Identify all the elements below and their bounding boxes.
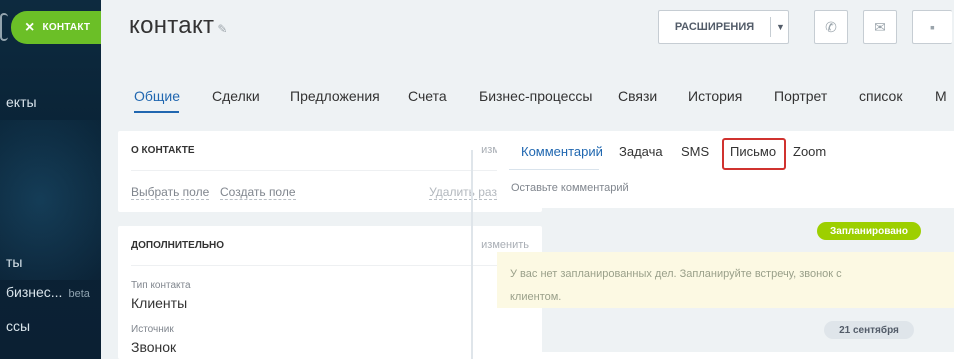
tab-deals[interactable]: Сделки: [212, 88, 260, 104]
sidebar-item-label: ссы: [6, 318, 31, 334]
chat-icon[interactable]: ▪: [912, 10, 952, 44]
card-title: О КОНТАКТЕ: [131, 145, 195, 156]
contact-type-label: Тип контакта: [131, 280, 191, 291]
about-contact-card: О КОНТАКТЕ изменить Выбрать поле Создать…: [118, 131, 542, 212]
sidebar-item-contacts[interactable]: ты: [6, 254, 22, 270]
tab-business-processes[interactable]: Бизнес-процессы: [479, 88, 592, 104]
close-contact-button[interactable]: × КОНТАКТ: [11, 11, 101, 44]
no-activities-note: У вас нет запланированных дел. Запланиру…: [497, 252, 954, 308]
sidebar-item-business[interactable]: бизнес... beta: [6, 284, 90, 300]
editor-tab-task[interactable]: Задача: [619, 144, 663, 159]
additional-card: ДОПОЛНИТЕЛЬНО изменить Тип контакта Клие…: [118, 226, 542, 359]
source-value: Звонок: [131, 339, 177, 355]
sidebar-edge-icon: [0, 13, 8, 41]
sidebar-item-label: ты: [6, 254, 23, 270]
close-pill-label: КОНТАКТ: [42, 22, 91, 33]
planned-badge: Запланировано: [817, 222, 921, 240]
page-title-text: контакт: [129, 12, 215, 39]
sidebar-item-projects[interactable]: екты: [6, 94, 37, 110]
timeline-card: [497, 352, 954, 359]
source-label: Источник: [131, 324, 174, 335]
email-tab-highlight: [722, 138, 786, 170]
date-badge: 21 сентября: [824, 321, 914, 339]
timeline-line: [471, 150, 473, 359]
tab-offers[interactable]: Предложения: [290, 88, 380, 104]
divider: [131, 170, 529, 171]
tab-general[interactable]: Общие: [134, 88, 180, 104]
beta-badge: beta: [68, 288, 90, 300]
page-title: контакт ✎: [129, 12, 228, 40]
chevron-down-icon[interactable]: ▼: [776, 22, 785, 32]
close-icon: ×: [25, 18, 35, 36]
phone-icon[interactable]: ✆: [814, 10, 848, 44]
edit-link[interactable]: изменить: [481, 239, 529, 251]
editor-tab-zoom[interactable]: Zoom: [793, 144, 826, 159]
tabs-bar: Общие Сделки Предложения Счета Бизнес-пр…: [101, 80, 954, 120]
tab-links[interactable]: Связи: [618, 88, 657, 104]
sidebar-item-label: бизнес...: [6, 284, 63, 300]
extensions-label: РАСШИРЕНИЯ: [674, 21, 755, 33]
editor-tab-underline: [509, 169, 599, 170]
sidebar-item-processes[interactable]: ссы: [6, 318, 30, 334]
comment-input[interactable]: Оставьте комментарий: [511, 182, 629, 194]
divider: [770, 17, 771, 37]
divider: [131, 265, 529, 266]
editor-tab-sms[interactable]: SMS: [681, 144, 709, 159]
card-title: ДОПОЛНИТЕЛЬНО: [131, 240, 225, 251]
sidebar-item-label: екты: [6, 94, 37, 110]
select-field-link[interactable]: Выбрать поле: [131, 185, 210, 200]
pencil-icon[interactable]: ✎: [217, 22, 227, 36]
mail-icon[interactable]: ✉: [863, 10, 897, 44]
tab-list[interactable]: список: [859, 88, 902, 104]
tab-invoices[interactable]: Счета: [408, 88, 447, 104]
no-activities-text: У вас нет запланированных дел. Запланиру…: [510, 268, 842, 303]
active-tab-underline: [134, 111, 179, 113]
editor-tab-comment[interactable]: Комментарий: [521, 144, 603, 159]
extensions-button[interactable]: РАСШИРЕНИЯ ▼: [658, 10, 789, 44]
tab-more[interactable]: М: [935, 88, 947, 104]
left-sidebar: екты ты бизнес... beta ссы: [0, 0, 101, 359]
create-field-link[interactable]: Создать поле: [220, 185, 296, 200]
tab-history[interactable]: История: [688, 88, 742, 104]
contact-type-value: Клиенты: [131, 295, 188, 311]
tab-portrait[interactable]: Портрет: [774, 88, 827, 104]
